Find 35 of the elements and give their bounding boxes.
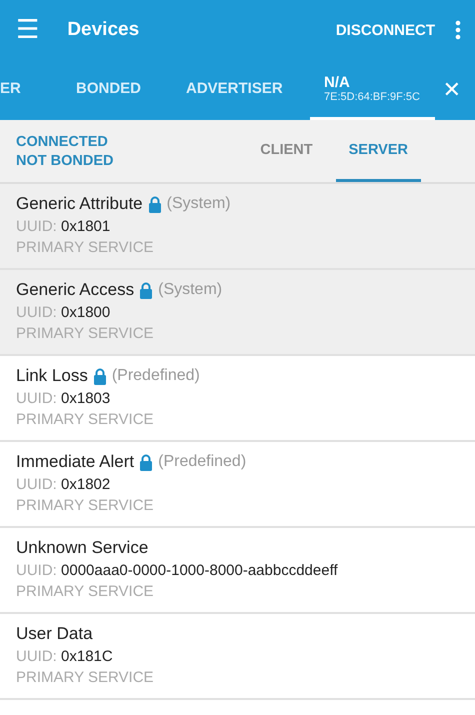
device-tab[interactable]: BONDED <box>76 60 186 120</box>
disconnect-button[interactable]: DISCONNECT <box>336 22 435 38</box>
service-type: PRIMARY SERVICE <box>16 583 154 600</box>
service-type: PRIMARY SERVICE <box>16 497 154 514</box>
service-category: (System) <box>158 281 222 299</box>
service-row[interactable]: Generic Attribute (System) UUID: 0x1801 PRIMARY SERVICE <box>0 184 475 270</box>
service-name: Generic Access <box>16 280 134 300</box>
service-type: PRIMARY SERVICE <box>16 325 154 342</box>
connection-status: CONNECTED <box>16 134 108 150</box>
device-tab[interactable]: ER <box>0 60 24 120</box>
service-type: PRIMARY SERVICE <box>16 239 154 256</box>
service-name: Immediate Alert <box>16 452 134 472</box>
bond-status: NOT BONDED <box>16 152 114 168</box>
service-name: Link Loss <box>16 366 88 386</box>
service-name: Unknown Service <box>16 538 148 558</box>
service-type: PRIMARY SERVICE <box>16 411 154 428</box>
app-title: Devices <box>67 19 140 41</box>
service-row[interactable]: Generic Access (System) UUID: 0x1800 PRIMARY SERVICE <box>0 270 475 356</box>
device-tab[interactable]: ADVERTISER <box>186 60 310 120</box>
service-uuid: UUID: 0x181C <box>16 648 113 665</box>
service-name: Generic Attribute <box>16 194 143 214</box>
view-tab[interactable]: CLIENT <box>247 120 326 182</box>
service-category: (Predefined) <box>158 453 246 471</box>
close-button[interactable]: ✕ <box>434 60 475 120</box>
service-name: User Data <box>16 624 93 644</box>
more-options-icon[interactable] <box>455 20 461 40</box>
service-type: PRIMARY SERVICE <box>16 669 154 686</box>
service-uuid: UUID: 0x1803 <box>16 390 110 407</box>
service-uuid: UUID: 0000aaa0-0000-1000-8000-aabbccddeeff <box>16 562 338 579</box>
service-uuid: UUID: 0x1802 <box>16 476 110 493</box>
service-category: (System) <box>166 195 231 213</box>
menu-button[interactable]: ☰ <box>16 17 40 43</box>
service-uuid: UUID: 0x1801 <box>16 218 110 235</box>
service-uuid: UUID: 0x1800 <box>16 304 110 321</box>
service-category: (Predefined) <box>112 367 200 385</box>
